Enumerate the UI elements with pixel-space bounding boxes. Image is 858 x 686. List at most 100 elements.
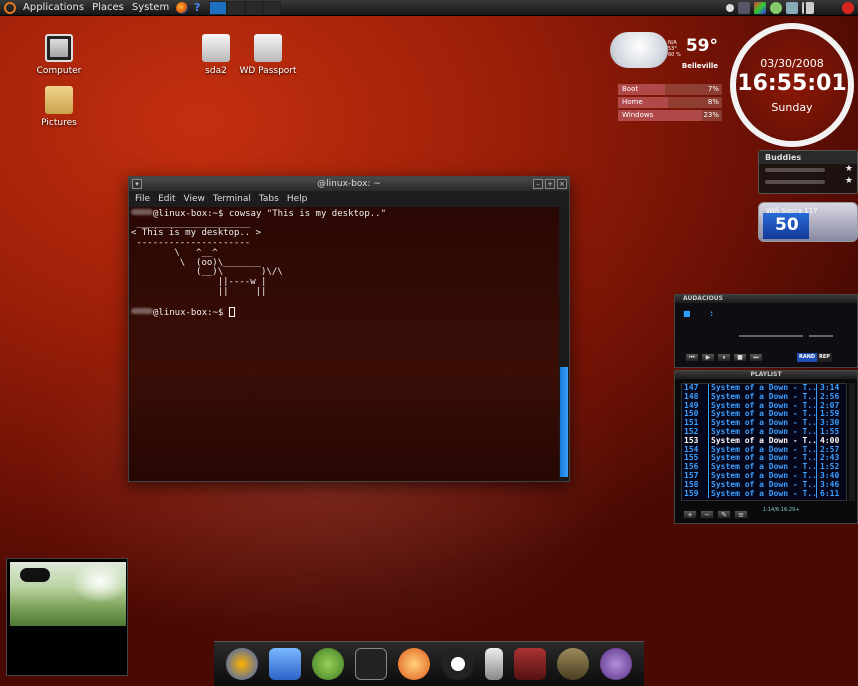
dock bbox=[214, 641, 644, 686]
desktop-icon-wd-passport[interactable]: WD Passport bbox=[233, 34, 303, 76]
menu-places[interactable]: Places bbox=[88, 0, 128, 16]
meter-label: Boot bbox=[622, 85, 639, 93]
external-drive-icon bbox=[254, 34, 282, 62]
help-icon[interactable]: ? bbox=[191, 1, 203, 14]
pidgin-icon[interactable] bbox=[600, 648, 633, 680]
stop-button[interactable]: ■ bbox=[733, 353, 747, 362]
add-button[interactable]: + bbox=[683, 510, 697, 519]
weather-widget: N/A 53° 60 % 59° Belleville bbox=[610, 28, 722, 72]
wifi-label: Wifi Sierra 117 bbox=[766, 207, 818, 215]
desktop-icon-computer[interactable]: Computer bbox=[24, 34, 94, 76]
wifi-widget: Wifi Sierra 117 50 bbox=[758, 202, 858, 242]
misc-button[interactable]: ≡ bbox=[734, 510, 748, 519]
disk-usage-widget: Boot 7% Home 8% Windows 23% bbox=[618, 84, 722, 123]
buddy-item[interactable]: ★ bbox=[759, 176, 857, 188]
terminal-titlebar[interactable]: ▾ @linux-box: ~ – + × bbox=[129, 177, 569, 191]
previous-button[interactable]: ⏮ bbox=[685, 353, 699, 362]
remove-button[interactable]: − bbox=[700, 510, 714, 519]
workspace-2[interactable] bbox=[227, 0, 246, 15]
menu-system[interactable]: System bbox=[128, 0, 173, 16]
video-icon[interactable] bbox=[513, 648, 546, 680]
close-icon[interactable]: × bbox=[557, 179, 567, 189]
menu-view[interactable]: View bbox=[184, 191, 205, 207]
workspace-3[interactable] bbox=[245, 0, 264, 15]
desktop-icon-pictures[interactable]: Pictures bbox=[24, 86, 94, 128]
terminal-line: _____________________ bbox=[131, 218, 251, 229]
media-player-icon[interactable] bbox=[398, 648, 431, 680]
maximize-icon[interactable]: + bbox=[545, 179, 555, 189]
audacious-icon[interactable] bbox=[441, 648, 474, 680]
browser-icon[interactable] bbox=[225, 648, 258, 680]
workspace-1[interactable] bbox=[209, 0, 228, 15]
tray-color-icon[interactable] bbox=[754, 2, 766, 14]
folder-icon bbox=[45, 86, 73, 114]
track-title: System of a Down - T... bbox=[708, 445, 816, 455]
track-title: System of a Down - T... bbox=[708, 489, 816, 499]
next-button[interactable]: ⏭ bbox=[749, 353, 763, 362]
track-duration: 6:11 bbox=[816, 489, 846, 499]
buddy-item[interactable]: ★ bbox=[759, 164, 857, 176]
cloud-icon bbox=[610, 32, 668, 68]
menu-applications[interactable]: Applications bbox=[19, 0, 88, 16]
signal-icon[interactable] bbox=[802, 2, 814, 14]
terminal-line: --------------------- bbox=[131, 238, 251, 249]
terminal-line: || || bbox=[131, 286, 267, 297]
gimp-icon[interactable] bbox=[557, 648, 590, 680]
ubuntu-logo-icon[interactable] bbox=[4, 1, 16, 14]
terminal-menubar: File Edit View Terminal Tabs Help bbox=[129, 191, 569, 207]
terminal-scrollbar[interactable] bbox=[559, 207, 569, 481]
volume-slider[interactable] bbox=[739, 335, 803, 337]
tray-monitor-icon[interactable] bbox=[786, 2, 798, 14]
wifi-value: 50 bbox=[775, 215, 799, 235]
terminal-line: (__)\ )\/\ bbox=[131, 267, 283, 278]
power-icon[interactable] bbox=[842, 2, 854, 14]
top-panel: Applications Places System ? bbox=[0, 0, 858, 16]
pause-button[interactable]: ⏸ bbox=[717, 353, 731, 362]
terminal-output[interactable]: @linux-box:~$ cowsay "This is my desktop… bbox=[129, 207, 559, 481]
mail-icon[interactable] bbox=[268, 648, 301, 680]
playlist-scrollbar[interactable] bbox=[849, 383, 855, 501]
weather-detail: 60 % bbox=[668, 52, 681, 58]
track-title: System of a Down - T... bbox=[708, 384, 816, 393]
computer-icon bbox=[45, 34, 73, 62]
buddies-widget: Buddies ★ ★ bbox=[758, 150, 858, 194]
play-button[interactable]: ▶ bbox=[701, 353, 715, 362]
menu-terminal[interactable]: Terminal bbox=[213, 191, 251, 207]
repeat-toggle[interactable]: REP bbox=[817, 353, 832, 362]
select-button[interactable]: ✎ bbox=[717, 510, 731, 519]
firefox-icon[interactable] bbox=[176, 1, 189, 14]
clock-widget: 03/30/2008 16:55:01 Sunday bbox=[730, 23, 854, 147]
menu-help[interactable]: Help bbox=[287, 191, 308, 207]
track-title: System of a Down - T... bbox=[708, 454, 816, 464]
shuffle-toggle[interactable]: RAND bbox=[797, 353, 818, 362]
tray-network-icon[interactable] bbox=[770, 2, 782, 14]
menu-edit[interactable]: Edit bbox=[158, 191, 175, 207]
meter-label: Windows bbox=[622, 111, 654, 119]
menu-tabs[interactable]: Tabs bbox=[259, 191, 279, 207]
terminal-line: \ (oo)\_______ bbox=[131, 257, 262, 268]
track-number: 159 bbox=[684, 488, 699, 498]
disk-meter-windows: Windows 23% bbox=[618, 110, 722, 121]
balance-slider[interactable] bbox=[809, 335, 833, 337]
audacious-title: AUDACIOUS bbox=[675, 295, 857, 303]
weather-city: Belleville bbox=[681, 62, 718, 70]
music-device-icon[interactable] bbox=[484, 648, 503, 680]
terminal-line: @linux-box:~$ cowsay "This is my desktop… bbox=[153, 209, 386, 219]
track-title: System of a Down - T... bbox=[708, 410, 816, 420]
scrollbar-thumb[interactable] bbox=[560, 367, 568, 477]
meter-percent: 7% bbox=[707, 85, 719, 93]
chat-icon[interactable] bbox=[311, 648, 344, 680]
search-icon[interactable] bbox=[726, 4, 734, 12]
terminal-icon[interactable] bbox=[355, 648, 388, 680]
tray-app-icon[interactable] bbox=[738, 2, 750, 14]
workspace-4[interactable] bbox=[263, 0, 282, 15]
playlist-list[interactable]: 147 System of a Down - T... 3:14 148 System … bbox=[681, 383, 847, 501]
meter-percent: 8% bbox=[707, 98, 719, 106]
window-menu-icon[interactable]: ▾ bbox=[132, 179, 142, 189]
minimize-icon[interactable]: – bbox=[533, 179, 543, 189]
terminal-line: < This is my desktop.. > bbox=[131, 228, 262, 239]
playlist-row[interactable]: 159 System of a Down - T... 6:11 bbox=[682, 488, 846, 499]
meter-label: Home bbox=[622, 98, 643, 106]
menu-file[interactable]: File bbox=[135, 191, 150, 207]
terminal-window[interactable]: ▾ @linux-box: ~ – + × File Edit View Ter… bbox=[128, 176, 570, 482]
